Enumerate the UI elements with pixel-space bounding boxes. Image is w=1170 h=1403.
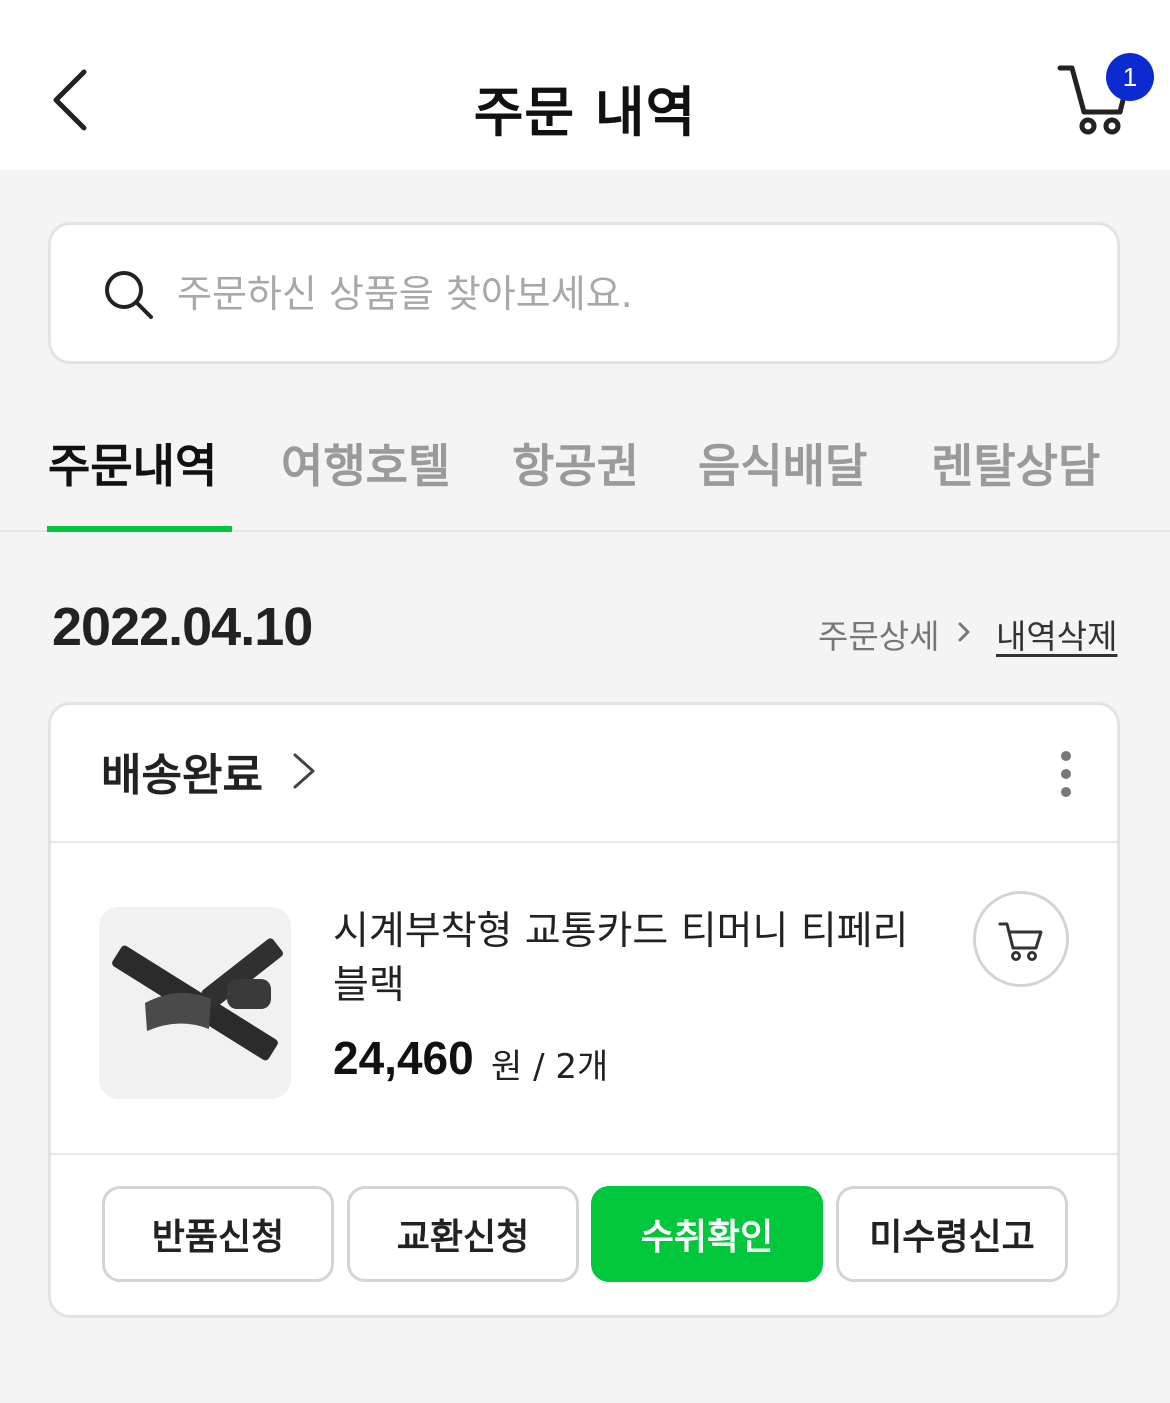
page-title: 주문 내역 <box>473 81 697 144</box>
product-thumbnail[interactable] <box>99 907 291 1099</box>
chevron-right-icon[interactable] <box>289 749 319 793</box>
cart-count-badge: 1 <box>1106 53 1154 101</box>
product-image <box>99 907 291 1099</box>
order-card: 배송완료 시계부착형 교통카드 티머니 티페리 블랙 24,460 원 / 2개 <box>48 702 1120 1318</box>
active-tab-indicator <box>47 526 232 532</box>
top-app-bar: 주문 내역 1 <box>0 0 1170 170</box>
order-date: 2022.04.10 <box>52 597 313 657</box>
exchange-request-button[interactable]: 교환신청 <box>347 1186 579 1282</box>
divider <box>51 1153 1117 1155</box>
tab-travel-hotel[interactable]: 여행호텔 <box>281 430 450 496</box>
tab-flights[interactable]: 항공권 <box>512 430 639 496</box>
chevron-right-icon <box>958 622 970 642</box>
confirm-receipt-button[interactable]: 수취확인 <box>591 1186 823 1282</box>
order-detail-link[interactable]: 주문상세 <box>818 610 939 658</box>
divider <box>51 841 1117 843</box>
report-not-received-button[interactable]: 미수령신고 <box>836 1186 1068 1282</box>
tab-order-history[interactable]: 주문내역 <box>48 430 217 496</box>
tab-food-delivery[interactable]: 음식배달 <box>698 430 867 496</box>
add-to-cart-button[interactable] <box>973 891 1069 987</box>
delete-history-link[interactable]: 내역삭제 <box>996 610 1117 658</box>
price-unit-quantity: 원 / 2개 <box>491 1047 609 1087</box>
tab-rental-consult[interactable]: 렌탈상담 <box>931 430 1100 496</box>
search-bar[interactable] <box>48 222 1120 364</box>
more-vertical-icon[interactable] <box>1051 749 1081 799</box>
product-price: 24,460 <box>333 1032 474 1084</box>
search-input[interactable] <box>177 263 1077 325</box>
product-name[interactable]: 시계부착형 교통카드 티머니 티페리 블랙 <box>333 905 933 1013</box>
return-request-button[interactable]: 반품신청 <box>102 1186 334 1282</box>
category-tabs: 주문내역 여행호텔 항공권 음식배달 렌탈상담 <box>0 400 1170 532</box>
search-icon <box>105 271 153 319</box>
add-to-cart-icon <box>998 922 1043 961</box>
delivery-status[interactable]: 배송완료 <box>101 739 263 803</box>
